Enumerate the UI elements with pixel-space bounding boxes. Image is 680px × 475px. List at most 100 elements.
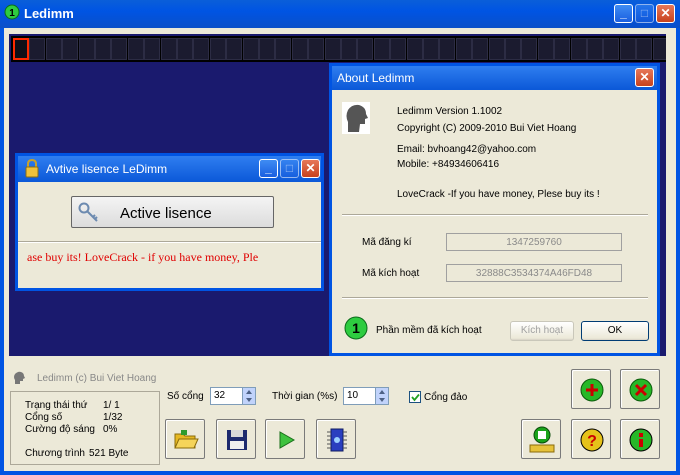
invert-checkbox[interactable] xyxy=(409,391,421,403)
close-icon: ✕ xyxy=(660,6,671,20)
led-cell[interactable] xyxy=(619,38,636,60)
led-cell[interactable] xyxy=(45,38,62,60)
led-cell[interactable] xyxy=(95,38,111,60)
led-cell[interactable] xyxy=(62,38,79,60)
time-stepper[interactable]: 10 xyxy=(343,387,389,405)
led-cell[interactable] xyxy=(488,38,505,60)
minimize-icon: _ xyxy=(265,161,272,175)
port-spin-arrows[interactable] xyxy=(242,388,255,404)
time-spin-arrows[interactable] xyxy=(375,388,388,404)
license-separator xyxy=(18,241,321,243)
check-icon xyxy=(411,393,420,402)
activated-icon: 1 xyxy=(344,316,368,340)
lock-icon xyxy=(25,159,39,178)
led-cell[interactable] xyxy=(259,38,275,60)
save-button[interactable] xyxy=(216,419,256,459)
open-folder-button[interactable] xyxy=(165,419,205,459)
led-cell[interactable] xyxy=(78,38,95,60)
active-license-button[interactable]: Active lisence xyxy=(71,196,274,228)
led-cell[interactable] xyxy=(472,38,489,60)
port-stepper[interactable]: 32 xyxy=(210,387,256,405)
led-cell[interactable] xyxy=(209,38,226,60)
led-cell[interactable] xyxy=(373,38,390,60)
led-cell[interactable] xyxy=(357,38,374,60)
about-titlebar[interactable]: About Ledimm ✕ xyxy=(332,66,657,90)
invert-label: Cổng đảo xyxy=(424,392,468,403)
minimize-icon: _ xyxy=(620,6,627,20)
connect-button[interactable] xyxy=(521,419,561,459)
about-lovecrack: LoveCrack -If you have money, Plese buy … xyxy=(397,189,600,200)
led-cell[interactable] xyxy=(226,38,243,60)
led-cell[interactable] xyxy=(341,38,357,60)
led-cell[interactable] xyxy=(275,38,292,60)
led-cell[interactable] xyxy=(406,38,423,60)
license-maximize-button[interactable]: □ xyxy=(280,159,299,178)
program-value: 521 Byte xyxy=(89,448,129,459)
led-cell[interactable] xyxy=(505,38,521,60)
delete-button[interactable] xyxy=(620,369,660,409)
led-cell[interactable] xyxy=(390,38,407,60)
close-button[interactable]: ✕ xyxy=(656,4,675,23)
license-titlebar[interactable]: Avtive lisence LeDimm _ □ ✕ xyxy=(18,156,321,182)
time-label: Thời gian (%s) xyxy=(272,391,338,402)
info-button[interactable] xyxy=(620,419,660,459)
minimize-button[interactable]: _ xyxy=(614,4,633,23)
led-cell[interactable] xyxy=(29,38,46,60)
up-arrow-icon xyxy=(246,390,252,394)
license-close-button[interactable]: ✕ xyxy=(301,159,320,178)
led-cell[interactable] xyxy=(291,38,308,60)
maximize-icon: □ xyxy=(285,161,294,175)
led-cell[interactable] xyxy=(570,38,587,60)
led-cell[interactable] xyxy=(537,38,554,60)
led-cell[interactable] xyxy=(160,38,177,60)
led-cell[interactable] xyxy=(587,38,603,60)
activate-button[interactable]: Kích hoạt xyxy=(510,321,574,341)
led-cell[interactable] xyxy=(127,38,144,60)
chip-icon xyxy=(327,428,347,452)
status-label: Trạng thái thứ xyxy=(25,400,88,411)
close-icon: ✕ xyxy=(639,70,650,84)
led-cell[interactable] xyxy=(652,38,666,60)
maximize-button[interactable]: □ xyxy=(635,4,654,23)
author-silhouette-icon xyxy=(342,102,370,134)
led-cell[interactable] xyxy=(308,38,325,60)
led-cell[interactable] xyxy=(144,38,161,60)
status-value: 1/32 xyxy=(103,412,123,423)
led-cell[interactable] xyxy=(324,38,341,60)
led-strip[interactable] xyxy=(11,36,666,62)
play-button[interactable] xyxy=(265,419,305,459)
led-cell[interactable] xyxy=(455,38,472,60)
about-close-button[interactable]: ✕ xyxy=(635,68,654,87)
ok-button[interactable]: OK xyxy=(581,321,649,341)
main-titlebar[interactable]: 1 Ledimm _ □ ✕ xyxy=(0,0,680,28)
add-icon xyxy=(580,378,604,402)
status-value: 0% xyxy=(103,424,118,435)
add-button[interactable] xyxy=(571,369,611,409)
led-cell[interactable] xyxy=(177,38,193,60)
about-title: About Ledimm xyxy=(337,71,415,85)
license-minimize-button[interactable]: _ xyxy=(259,159,278,178)
led-cell[interactable] xyxy=(636,38,653,60)
help-button[interactable]: ? xyxy=(571,419,611,459)
led-cell[interactable] xyxy=(521,38,538,60)
port-label: Số cổng xyxy=(167,391,204,402)
led-cell[interactable] xyxy=(111,38,128,60)
about-mobile: Mobile: +84934606416 xyxy=(397,159,500,170)
svg-text:?: ? xyxy=(587,433,597,450)
delete-icon xyxy=(629,378,653,402)
led-cell[interactable] xyxy=(242,38,259,60)
license-title: Avtive lisence LeDimm xyxy=(46,162,168,176)
chip-button[interactable] xyxy=(316,419,356,459)
led-cell[interactable] xyxy=(603,38,620,60)
play-icon xyxy=(279,431,296,449)
lovecrack-marquee: ase buy its! LoveCrack - if you have mon… xyxy=(27,250,259,264)
led-cell[interactable] xyxy=(439,38,456,60)
help-icon: ? xyxy=(580,428,604,452)
svg-text:1: 1 xyxy=(9,8,15,19)
credit-text: Ledimm (c) Bui Viet Hoang xyxy=(37,373,157,384)
led-cell[interactable] xyxy=(423,38,439,60)
reg-code-label: Mã đăng kí xyxy=(362,237,412,248)
led-cell-selected[interactable] xyxy=(13,38,29,60)
led-cell[interactable] xyxy=(554,38,571,60)
led-cell[interactable] xyxy=(193,38,210,60)
